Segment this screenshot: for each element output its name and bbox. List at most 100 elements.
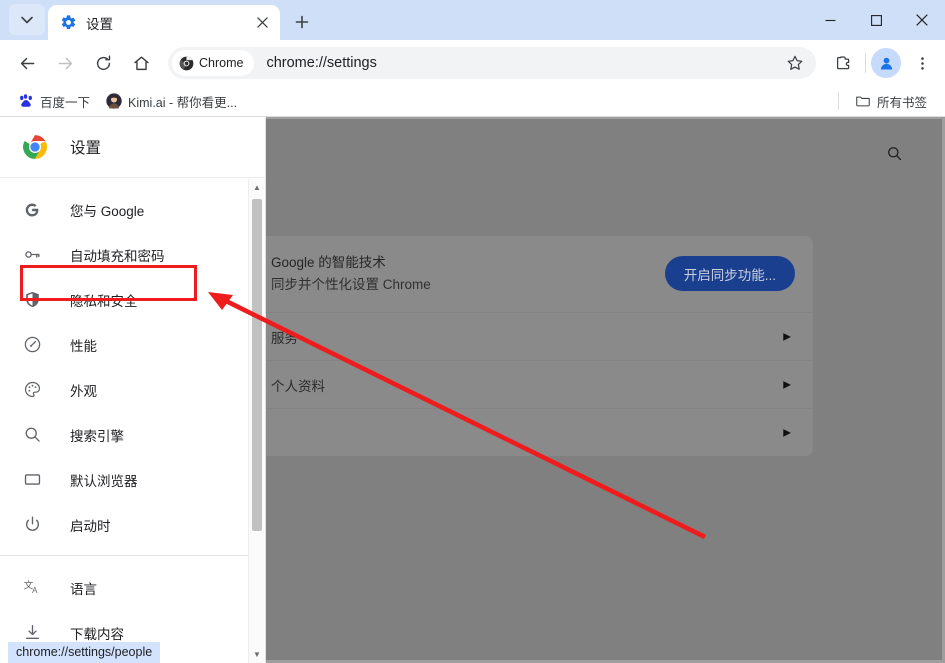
back-button[interactable] xyxy=(10,46,44,80)
close-button[interactable] xyxy=(899,0,945,40)
sidebar-item-appearance[interactable]: 外观 xyxy=(0,367,248,412)
palette-icon xyxy=(22,380,42,400)
sidebar-item-label: 启动时 xyxy=(70,518,111,534)
sidebar-scrollbar[interactable]: ▲ ▼ xyxy=(248,179,265,663)
scrollbar-down-arrow[interactable]: ▼ xyxy=(249,646,265,663)
sidebar-item-privacy-security[interactable]: 隐私和安全 xyxy=(0,277,248,322)
maximize-icon xyxy=(870,14,882,26)
sidebar-item-label: 外观 xyxy=(70,383,97,399)
scrollbar-thumb[interactable] xyxy=(252,199,262,531)
browser-toolbar: Chrome chrome://settings xyxy=(0,40,945,86)
sync-promo-line2-post: Chrome xyxy=(382,277,431,292)
settings-row-extra[interactable]: ▶ xyxy=(255,408,813,456)
sidebar-item-on-startup[interactable]: 启动时 xyxy=(0,502,248,547)
sidebar-divider xyxy=(0,555,248,556)
browser-window: 设置 Chrome chrome://settings 百度一下 Kimi.ai… xyxy=(0,0,945,663)
window-controls xyxy=(807,0,945,40)
address-bar-text: chrome://settings xyxy=(266,55,377,71)
settings-sidebar: 设置 您与 Google 自动填充和密码 隐私和安全 性能 外观 搜索引擎 默认… xyxy=(0,117,266,663)
sidebar-item-label: 默认浏览器 xyxy=(70,473,138,489)
settings-search-icon[interactable] xyxy=(883,142,905,164)
svg-text:A: A xyxy=(32,586,38,595)
tab-settings[interactable]: 设置 xyxy=(48,5,280,40)
page-viewport: Google 的智能技术 同步并个性化设置 Chrome 开启同步功能... 服… xyxy=(0,117,945,663)
settings-title: 设置 xyxy=(70,140,102,157)
tab-title: 设置 xyxy=(86,16,113,32)
chevron-down-icon xyxy=(21,16,33,23)
tab-close-button[interactable] xyxy=(252,13,272,33)
chrome-logo-icon xyxy=(179,56,194,70)
sidebar-item-default-browser[interactable]: 默认浏览器 xyxy=(0,457,248,502)
sync-promo-line2-pre: 同步并个性化设置 xyxy=(271,277,379,292)
bookmark-label: 百度一下 xyxy=(40,95,91,110)
all-bookmarks-area: 所有书签 xyxy=(837,89,945,113)
shield-icon xyxy=(22,290,42,310)
minimize-button[interactable] xyxy=(807,0,853,40)
search-icon xyxy=(22,425,42,445)
chrome-logo-icon xyxy=(23,135,47,159)
sidebar-item-label: 下载内容 xyxy=(70,626,124,642)
avatar-icon xyxy=(880,57,892,69)
home-button[interactable] xyxy=(124,46,158,80)
sync-promo-text: Google 的智能技术 同步并个性化设置 Chrome xyxy=(271,252,431,297)
chrome-menu-button[interactable] xyxy=(905,46,939,80)
sidebar-item-performance[interactable]: 性能 xyxy=(0,322,248,367)
tab-strip: 设置 xyxy=(0,0,945,40)
sync-promo-line1: Google 的智能技术 xyxy=(271,254,386,270)
sidebar-item-label: 语言 xyxy=(70,581,97,597)
settings-row-label: 服务 xyxy=(271,330,298,346)
tab-search-button[interactable] xyxy=(9,4,45,35)
bookmarks-bar: 百度一下 Kimi.ai - 帮你看更... 所有书签 xyxy=(0,86,945,117)
chevron-right-icon: ▶ xyxy=(783,427,791,438)
maximize-button[interactable] xyxy=(853,0,899,40)
bookmark-item-baidu[interactable]: 百度一下 xyxy=(10,89,98,113)
scrollbar-up-arrow[interactable]: ▲ xyxy=(249,179,265,196)
sidebar-item-languages[interactable]: 文 A 语言 xyxy=(0,565,248,610)
plus-icon xyxy=(295,15,309,29)
chevron-right-icon: ▶ xyxy=(783,331,791,342)
gear-icon xyxy=(61,15,76,30)
bookmark-star-button[interactable] xyxy=(780,48,810,78)
content-scrim: Google 的智能技术 同步并个性化设置 Chrome 开启同步功能... 服… xyxy=(254,119,942,660)
settings-row-profile[interactable]: 个人资料 ▶ xyxy=(255,360,813,408)
sidebar-item-label: 性能 xyxy=(70,338,97,354)
sidebar-item-search-engine[interactable]: 搜索引擎 xyxy=(0,412,248,457)
reload-button[interactable] xyxy=(86,46,120,80)
chrome-chip-label: Chrome xyxy=(199,56,244,70)
sidebar-item-you-and-google[interactable]: 您与 Google xyxy=(0,187,248,232)
chrome-chip: Chrome xyxy=(172,50,255,76)
sync-promo-line2: 同步并个性化设置 Chrome xyxy=(271,274,431,296)
extensions-button[interactable] xyxy=(826,46,860,80)
turn-on-sync-button[interactable]: 开启同步功能... xyxy=(664,256,795,291)
translate-icon: 文 A xyxy=(22,578,42,598)
reload-icon xyxy=(96,54,110,70)
forward-arrow-icon xyxy=(58,57,72,69)
download-icon xyxy=(22,623,42,643)
forward-button[interactable] xyxy=(48,46,82,80)
kimi-avatar-icon xyxy=(106,93,122,109)
puzzle-piece-icon xyxy=(836,55,849,69)
sidebar-item-label: 隐私和安全 xyxy=(70,293,138,309)
sidebar-item-autofill[interactable]: 自动填充和密码 xyxy=(0,232,248,277)
settings-row-label: 个人资料 xyxy=(271,378,325,394)
google-g-icon xyxy=(22,200,42,220)
address-bar[interactable]: Chrome chrome://settings xyxy=(168,47,816,79)
bookmark-label: Kimi.ai - 帮你看更... xyxy=(128,95,238,110)
profile-avatar-button[interactable] xyxy=(871,48,901,78)
settings-row-services[interactable]: 服务 ▶ xyxy=(255,312,813,360)
settings-card-group: Google 的智能技术 同步并个性化设置 Chrome 开启同步功能... 服… xyxy=(254,235,814,457)
sidebar-item-label: 搜索引擎 xyxy=(70,428,124,444)
status-bar-url: chrome://settings/people xyxy=(8,642,161,663)
toolbar-divider xyxy=(865,53,866,73)
home-icon xyxy=(133,56,149,70)
all-bookmarks-label: 所有书签 xyxy=(876,95,927,110)
bookmark-item-kimi[interactable]: Kimi.ai - 帮你看更... xyxy=(98,89,245,113)
all-bookmarks-button[interactable]: 所有书签 xyxy=(847,89,935,113)
baidu-icon xyxy=(20,94,32,107)
close-icon xyxy=(916,14,928,26)
bookmarks-divider xyxy=(837,92,839,110)
sidebar-item-label: 自动填充和密码 xyxy=(70,248,165,264)
settings-content-area: Google 的智能技术 同步并个性化设置 Chrome 开启同步功能... 服… xyxy=(254,117,945,663)
new-tab-button[interactable] xyxy=(288,8,316,36)
window-icon xyxy=(22,470,42,490)
